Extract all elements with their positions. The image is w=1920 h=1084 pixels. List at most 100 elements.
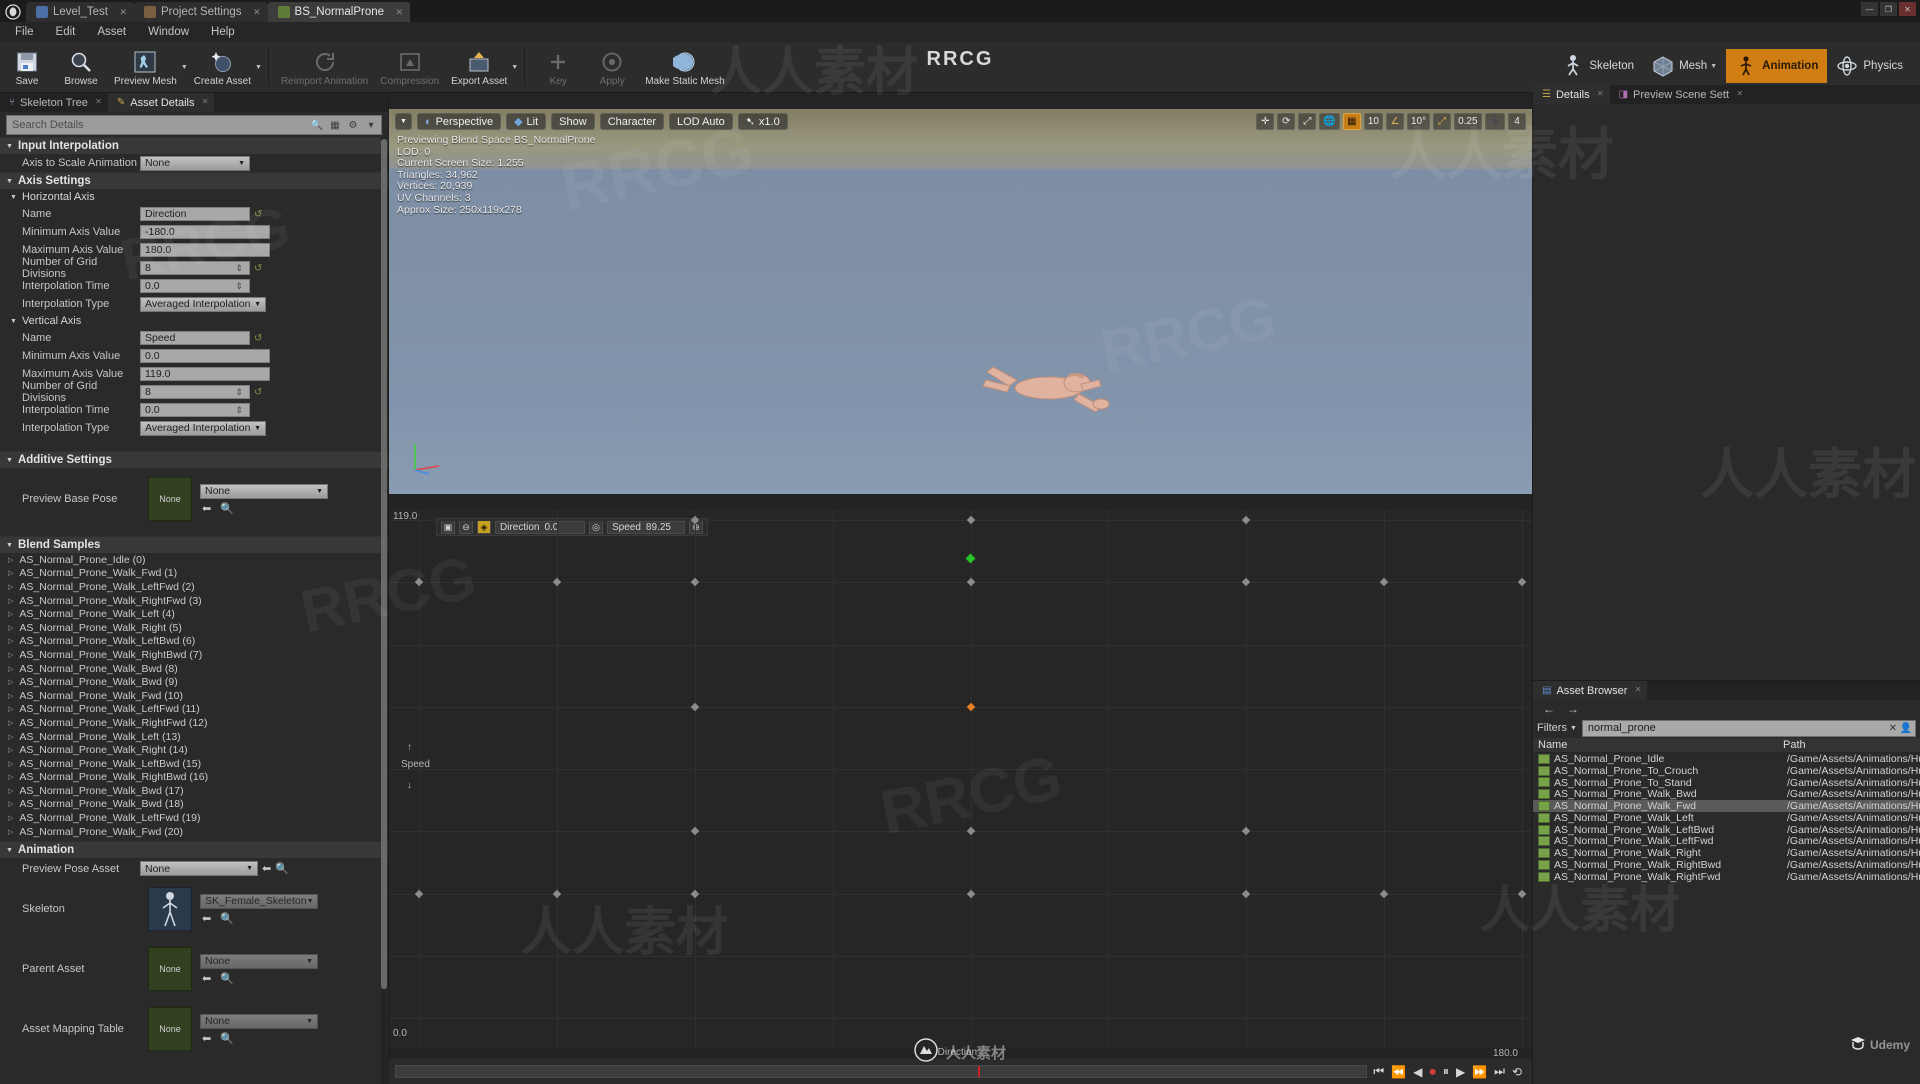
section-additive-settings[interactable]: ▼ Additive Settings (0, 451, 388, 468)
details-scrollbar-thumb[interactable] (381, 139, 387, 989)
blend-sample-item[interactable]: ▷ AS_Normal_Prone_Walk_LeftBwd (15) (0, 757, 388, 771)
blend-sample-item[interactable]: ▷ AS_Normal_Prone_Idle (0) (0, 553, 388, 567)
grid-size-value[interactable]: 10 (1363, 113, 1383, 130)
revert-icon[interactable]: ↺ (254, 333, 262, 344)
tab-preview-scene-settings[interactable]: ◨ Preview Scene Sett ✕ (1610, 85, 1749, 104)
close-button[interactable]: ✕ (1899, 2, 1916, 16)
preview-cursor-point[interactable] (965, 553, 976, 564)
blend-sample-point[interactable] (1379, 889, 1389, 898)
blend-sample-item[interactable]: ▷ AS_Normal_Prone_Walk_Bwd (17) (0, 784, 388, 798)
v-interp-time-input[interactable]: 0.0 ⇕ (140, 403, 250, 417)
stepper-icon[interactable]: ⇕ (235, 405, 245, 416)
h-max-input[interactable]: 180.0 (140, 243, 270, 257)
save-search-icon[interactable]: 👤 (1900, 723, 1912, 734)
close-icon[interactable]: ✕ (1635, 685, 1642, 694)
blend-sample-point[interactable] (1517, 889, 1527, 898)
menu-help[interactable]: Help (200, 24, 246, 40)
playhead-marker[interactable] (978, 1066, 981, 1077)
asset-row[interactable]: AS_Normal_Prone_Walk_Left/Game/Assets/An… (1533, 812, 1920, 824)
browse-icon[interactable]: 🔍 (220, 972, 234, 985)
menu-asset[interactable]: Asset (86, 24, 137, 40)
grid-view-icon[interactable]: ▦ (328, 118, 342, 132)
asset-row[interactable]: AS_Normal_Prone_Walk_Fwd/Game/Assets/Ani… (1533, 800, 1920, 812)
perspective-button[interactable]: ◐ Perspective (416, 113, 502, 130)
blend-sample-point[interactable] (552, 889, 562, 898)
browse-icon[interactable]: 🔍 (220, 502, 234, 515)
blend-sample-item[interactable]: ▷ AS_Normal_Prone_Walk_RightFwd (3) (0, 594, 388, 608)
blend-sample-item[interactable]: ▷ AS_Normal_Prone_Walk_LeftFwd (2) (0, 580, 388, 594)
h-name-input[interactable]: Direction (140, 207, 250, 221)
asset-row[interactable]: AS_Normal_Prone_To_Crouch/Game/Assets/An… (1533, 765, 1920, 777)
blend-sample-item[interactable]: ▷ AS_Normal_Prone_Walk_Fwd (1) (0, 567, 388, 581)
blend-sample-item[interactable]: ▷ AS_Normal_Prone_Walk_LeftFwd (19) (0, 811, 388, 825)
v-name-input[interactable]: Speed (140, 331, 250, 345)
asset-row[interactable]: AS_Normal_Prone_Idle/Game/Assets/Animati… (1533, 753, 1920, 765)
menu-file[interactable]: File (4, 24, 45, 40)
chevron-right-icon[interactable]: ▷ (8, 610, 13, 618)
graph-direction-field[interactable]: Direction 0.0 (495, 520, 585, 534)
maximize-button[interactable]: ❐ (1880, 2, 1897, 16)
chevron-down-icon[interactable]: ▾ (364, 118, 378, 132)
use-selected-icon[interactable]: ⬅ (262, 862, 271, 875)
chevron-right-icon[interactable]: ▷ (8, 692, 13, 700)
tab-details[interactable]: ☰ Details ✕ (1533, 85, 1610, 104)
asset-row[interactable]: AS_Normal_Prone_Walk_Right/Game/Assets/A… (1533, 847, 1920, 859)
h-interp-time-input[interactable]: 0.0 ⇕ (140, 279, 250, 293)
chevron-right-icon[interactable]: ▷ (8, 746, 13, 754)
camera-speed-value[interactable]: 4 (1508, 113, 1526, 130)
record-icon[interactable]: ⏺ (1429, 1064, 1436, 1080)
blend-sample-item[interactable]: ▷ AS_Normal_Prone_Walk_Bwd (8) (0, 662, 388, 676)
chevron-right-icon[interactable]: ▷ (8, 651, 13, 659)
use-selected-icon[interactable]: ⬅ (202, 502, 211, 515)
show-button[interactable]: Show (551, 113, 595, 130)
stepper-icon[interactable]: ⇕ (235, 281, 245, 292)
lit-button[interactable]: ◆ Lit (506, 113, 547, 130)
step-back-icon[interactable]: ⏪ (1391, 1065, 1406, 1079)
blend-sample-item[interactable]: ▷ AS_Normal_Prone_Walk_LeftBwd (6) (0, 635, 388, 649)
chevron-down-icon[interactable]: ▼ (511, 64, 518, 71)
lod-auto-button[interactable]: LOD Auto (669, 113, 733, 130)
blend-sample-point[interactable] (966, 515, 975, 525)
revert-icon[interactable]: ↺ (254, 263, 262, 274)
chevron-right-icon[interactable]: ▷ (8, 665, 13, 673)
pause-icon[interactable]: ⏸ (1443, 1064, 1449, 1079)
preview-icon[interactable]: ▣ (441, 520, 455, 534)
blend-sample-point[interactable] (414, 889, 424, 898)
selected-blend-sample-point[interactable] (966, 702, 975, 711)
chevron-right-icon[interactable]: ▷ (8, 760, 13, 768)
world-space-icon[interactable]: 🌐 (1319, 113, 1340, 130)
blend-sample-item[interactable]: ▷ AS_Normal_Prone_Walk_Bwd (18) (0, 798, 388, 812)
chevron-right-icon[interactable]: ▷ (8, 556, 13, 564)
step-forward-icon[interactable]: ⏩ (1472, 1065, 1487, 1079)
section-axis-settings[interactable]: ▼ Axis Settings (0, 172, 388, 189)
compression-button[interactable]: Compression (374, 43, 445, 92)
revert-icon[interactable]: ↺ (254, 387, 262, 398)
blend-sample-point[interactable] (1517, 578, 1527, 587)
blend-sample-point[interactable] (1242, 889, 1251, 898)
preview-mesh-button[interactable]: Preview Mesh (108, 43, 183, 92)
character-button[interactable]: Character (599, 113, 664, 130)
blend-sample-item[interactable]: ▷ AS_Normal_Prone_Walk_Fwd (10) (0, 689, 388, 703)
chevron-down-icon[interactable]: ▼ (255, 64, 262, 71)
h-interp-type-dropdown[interactable]: Averaged Interpolation ▼ (140, 296, 266, 312)
chevron-down-icon[interactable]: ▼ (181, 64, 188, 71)
blendspace-grid[interactable]: ▣ ⊖ ◈ Direction 0.0 ◎ Speed 89.25 ⊕ (389, 510, 1532, 1048)
blend-sample-item[interactable]: ▷ AS_Normal_Prone_Walk_Fwd (20) (0, 825, 388, 839)
asset-row[interactable]: AS_Normal_Prone_Walk_Bwd/Game/Assets/Ani… (1533, 788, 1920, 800)
browse-button[interactable]: Browse (54, 43, 108, 92)
skeleton-thumbnail[interactable] (148, 887, 192, 932)
v-min-input[interactable]: 0.0 (140, 349, 270, 363)
v-max-input[interactable]: 119.0 (140, 367, 270, 381)
reimport-animation-button[interactable]: Reimport Animation (275, 43, 374, 92)
column-name[interactable]: Name (1533, 739, 1783, 751)
chevron-right-icon[interactable]: ▷ (8, 719, 13, 727)
key-button[interactable]: Key (531, 43, 585, 92)
chevron-right-icon[interactable]: ▷ (8, 787, 13, 795)
v-interp-type-dropdown[interactable]: Averaged Interpolation ▼ (140, 420, 266, 436)
asset-row[interactable]: AS_Normal_Prone_Walk_LeftBwd/Game/Assets… (1533, 824, 1920, 836)
asset-row[interactable]: AS_Normal_Prone_Walk_LeftFwd/Game/Assets… (1533, 835, 1920, 847)
playback-speed-button[interactable]: ➷ x1.0 (737, 113, 788, 130)
next-frame-icon[interactable]: ▶ (1456, 1065, 1465, 1079)
export-asset-button[interactable]: Export Asset (445, 43, 513, 92)
mode-physics[interactable]: Physics (1827, 49, 1912, 83)
